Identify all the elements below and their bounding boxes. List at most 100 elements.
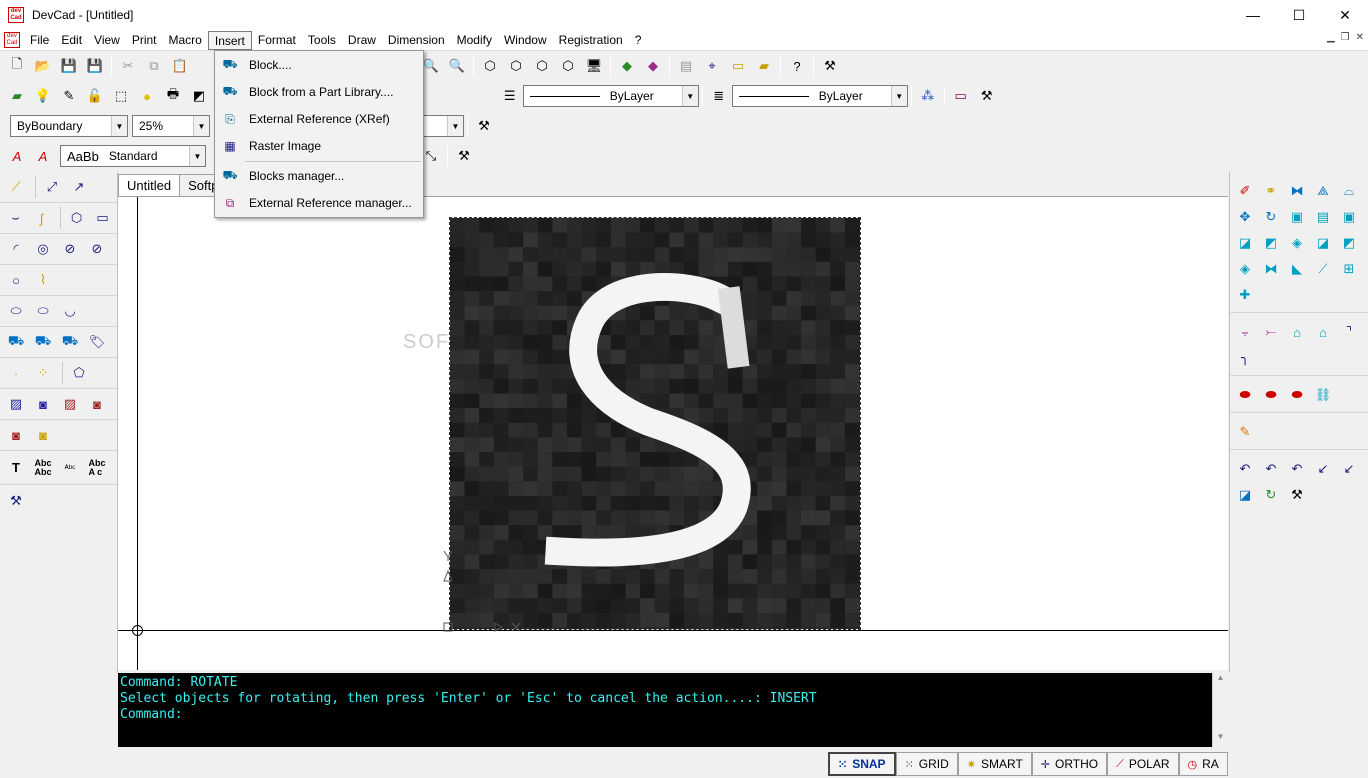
wipeout-icon[interactable]: ◙ — [4, 423, 28, 447]
menu-help[interactable]: ? — [629, 31, 648, 50]
menu-draw[interactable]: Draw — [342, 31, 382, 50]
lineweight-icon[interactable]: ≣ — [708, 85, 730, 107]
edit-hatch-icon[interactable]: ↙ — [1337, 457, 1361, 481]
array-icon[interactable]: ▣ — [1337, 205, 1361, 229]
chevron-down-icon[interactable]: ▼ — [189, 146, 205, 166]
mirror-axis-icon[interactable]: ⟁ — [1311, 179, 1335, 203]
smart-toggle[interactable]: ✷ SMART — [957, 752, 1032, 776]
maximize-button[interactable]: ☐ — [1276, 0, 1322, 30]
paste-icon[interactable]: 📋 — [169, 55, 191, 77]
customize-palette-icon[interactable]: ⚒ — [1285, 483, 1309, 507]
part-library-icon[interactable]: ⛟ — [31, 330, 55, 354]
copy-icon[interactable]: ⧉ — [143, 55, 165, 77]
menu-modify[interactable]: Modify — [451, 31, 498, 50]
stretch-icon[interactable]: ▤ — [1311, 205, 1335, 229]
divide-icon[interactable]: ⟋ — [1311, 257, 1335, 281]
trim-icon[interactable]: ◈ — [1285, 231, 1309, 255]
menu-tools[interactable]: Tools — [302, 31, 342, 50]
edit-image-icon[interactable]: ◪ — [1233, 483, 1257, 507]
save-icon[interactable]: 💾 — [58, 55, 80, 77]
measure-distance-icon[interactable]: ▭ — [727, 55, 749, 77]
break-2p-icon[interactable]: ⤚ — [1259, 320, 1283, 344]
view-side-icon[interactable]: ⬡ — [531, 55, 553, 77]
menu-print[interactable]: Print — [126, 31, 163, 50]
rectangle-icon[interactable]: ▭ — [91, 206, 114, 230]
menu-registration[interactable]: Registration — [553, 31, 629, 50]
union-icon[interactable]: ⬬ — [1233, 383, 1257, 407]
lengthen-icon[interactable]: ◈ — [1233, 257, 1257, 281]
customize-toolbar-icon[interactable]: ⚒ — [453, 145, 475, 167]
chevron-down-icon[interactable]: ▼ — [111, 116, 127, 136]
linetype-icon[interactable]: ☰ — [499, 85, 521, 107]
customize-toolbar-icon[interactable]: ⚒ — [819, 55, 841, 77]
move-icon[interactable]: ✥ — [1233, 205, 1257, 229]
rectangle-color-icon[interactable]: ▭ — [950, 85, 972, 107]
scroll-down-icon[interactable]: ▼ — [1213, 732, 1228, 741]
copy-objects-icon[interactable]: ⚭ — [1259, 179, 1283, 203]
ellipse-arc-icon[interactable]: ◡ — [58, 299, 82, 323]
polar-toggle[interactable]: ⟋ POLAR — [1107, 752, 1179, 776]
ellipse-icon[interactable]: ⬭ — [4, 299, 28, 323]
linetype-select[interactable]: ByLayer ▼ — [522, 85, 699, 107]
layer-on-icon[interactable]: 💡 — [32, 85, 54, 107]
multi-point-icon[interactable]: ⁘ — [31, 361, 55, 385]
attribute-icon[interactable]: 🏷 — [85, 330, 109, 354]
menu-format[interactable]: Format — [252, 31, 302, 50]
polyline-icon[interactable]: ⌣ — [4, 206, 27, 230]
fill-color-icon[interactable]: ◙ — [31, 423, 55, 447]
layer-lock-icon[interactable]: 🔓 — [84, 85, 106, 107]
menu-item-block[interactable]: ⛟ Block.... — [215, 52, 423, 78]
zoom-window-icon[interactable]: 🔍 — [446, 55, 468, 77]
chevron-down-icon[interactable]: ▼ — [193, 116, 209, 136]
new-file-icon[interactable]: 🗋 — [6, 55, 28, 77]
properties-icon[interactable]: ✎ — [1233, 420, 1257, 444]
lineweight-select[interactable]: ByLayer ▼ — [731, 85, 908, 107]
menu-item-xref-manager[interactable]: ⧉ External Reference manager... — [215, 190, 423, 216]
minimize-button[interactable]: — — [1230, 0, 1276, 30]
document-icon[interactable]: dev Cad — [4, 32, 20, 48]
mdi-restore-icon[interactable]: ❐ — [1341, 32, 1350, 43]
tab-untitled[interactable]: Untitled — [118, 174, 181, 196]
text-fit-icon[interactable]: Abc A c — [85, 456, 109, 480]
circle-2p-icon[interactable]: ⊘ — [58, 237, 82, 261]
snap-toggle[interactable]: ⁙ SNAP — [828, 752, 896, 776]
link-icon[interactable]: ⛓ — [1311, 383, 1335, 407]
zoom-scale-select[interactable]: 25% ▼ — [132, 115, 210, 137]
join-polyline-icon[interactable]: ⌂ — [1311, 320, 1335, 344]
cut-icon[interactable]: ✂ — [117, 55, 139, 77]
text-style-select[interactable]: AaBb Standard ▼ — [60, 145, 206, 167]
shear-icon[interactable]: ◣ — [1285, 257, 1309, 281]
ellipse-axis-icon[interactable]: ⬭ — [31, 299, 55, 323]
measure-area-icon[interactable]: ▰ — [753, 55, 775, 77]
edit-dimension-icon[interactable]: ↙ — [1311, 457, 1335, 481]
layers-icon[interactable]: ▰ — [6, 85, 28, 107]
save-all-icon[interactable]: 💾 — [84, 55, 106, 77]
layer-color-icon[interactable]: ● — [136, 85, 158, 107]
mdi-close-icon[interactable]: ✕ — [1356, 32, 1364, 43]
text-edit-icon[interactable]: A — [32, 145, 54, 167]
coordinates-icon[interactable]: ⌖ — [701, 55, 723, 77]
corner-icon[interactable]: ⌝ — [1337, 320, 1361, 344]
refresh-icon[interactable]: ↻ — [1259, 483, 1283, 507]
layer-pen-icon[interactable]: ✎ — [58, 85, 80, 107]
view-front-icon[interactable]: ⬡ — [505, 55, 527, 77]
multiline-text-icon[interactable]: Abc Abc — [31, 456, 55, 480]
text-style-icon[interactable]: A — [6, 145, 28, 167]
chamfer-icon[interactable]: ◪ — [1233, 231, 1257, 255]
menu-file[interactable]: File — [24, 31, 55, 50]
hatch-boundary-icon[interactable]: ◙ — [31, 392, 55, 416]
break-point-icon[interactable]: ⨪ — [1233, 320, 1257, 344]
solid-fill-icon[interactable]: ◙ — [85, 392, 109, 416]
fillet-icon[interactable]: ◩ — [1259, 231, 1283, 255]
text-on-arc-icon[interactable]: ᴬᵇᶜ — [58, 456, 82, 480]
circle-center-icon[interactable]: ◎ — [31, 237, 55, 261]
align-icon[interactable]: ▤ — [675, 55, 697, 77]
customize-toolbar-icon[interactable]: ⚒ — [473, 115, 495, 137]
explode-icon[interactable]: ✚ — [1233, 283, 1257, 307]
spline-icon[interactable]: ∫ — [30, 206, 53, 230]
menu-item-part-library[interactable]: ⛟ Block from a Part Library.... — [215, 79, 423, 105]
region-icon[interactable]: ⬠ — [67, 361, 91, 385]
menu-macro[interactable]: Macro — [163, 31, 208, 50]
scale-icon[interactable]: ▣ — [1285, 205, 1309, 229]
arc-icon[interactable]: ◜ — [4, 237, 28, 261]
